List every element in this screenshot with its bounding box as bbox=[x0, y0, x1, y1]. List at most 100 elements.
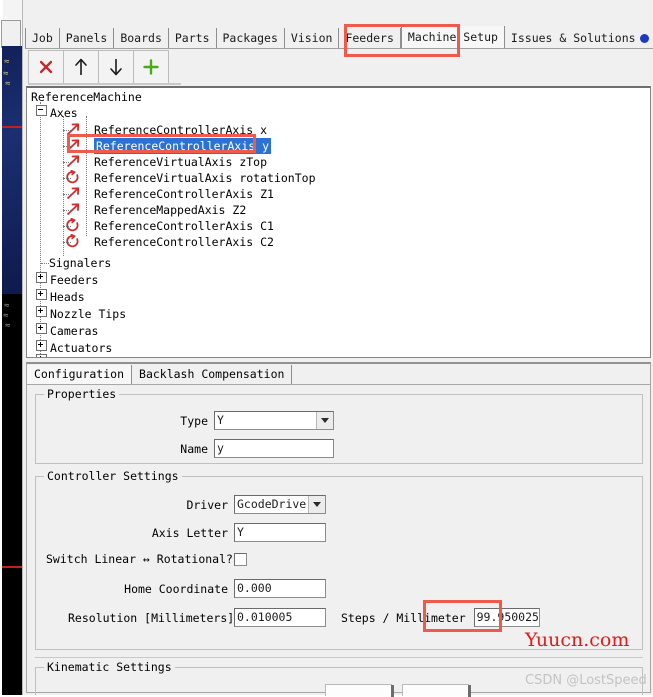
tree-node-axis[interactable]: ReferenceControllerAxis C2 bbox=[63, 233, 274, 250]
blue-dot-icon bbox=[639, 34, 649, 43]
axis-letter-row: Axis Letter Y bbox=[88, 523, 326, 542]
expand-expander-icon[interactable] bbox=[36, 340, 47, 351]
tree-node-axis[interactable]: ReferenceVirtualAxis zTop bbox=[63, 154, 267, 170]
tab-panels[interactable]: Panels bbox=[59, 28, 115, 48]
tree-node-label: ReferenceControllerAxis C2 bbox=[93, 235, 274, 249]
controller-settings-group: Controller Settings Driver GcodeDriver A… bbox=[35, 469, 643, 650]
driver-value: GcodeDriver bbox=[237, 497, 308, 511]
expand-expander-icon[interactable] bbox=[36, 354, 47, 357]
tree-node-axis[interactable]: ReferenceVirtualAxis rotationTop bbox=[63, 169, 316, 186]
tree-node-label: ReferenceControllerAxis y bbox=[93, 138, 272, 154]
tab-label: Parts bbox=[174, 31, 210, 45]
tab-machine-setup[interactable]: Machine Setup bbox=[400, 26, 505, 48]
wallpaper-dark-region: ≈ ≈ ≈ bbox=[2, 294, 22, 556]
plus-icon bbox=[143, 59, 159, 75]
panel-divider bbox=[35, 657, 643, 658]
tab-label: Backlash Compensation bbox=[139, 367, 285, 381]
home-coordinate-input[interactable]: 0.000 bbox=[234, 579, 326, 598]
arrow-up-icon bbox=[75, 58, 87, 75]
tab-vision[interactable]: Vision bbox=[284, 28, 340, 48]
home-coordinate-row: Home Coordinate 0.000 bbox=[88, 579, 326, 598]
tab-label: Feeders bbox=[345, 31, 394, 45]
tree-guide-line bbox=[41, 263, 49, 265]
tree-node-drivers[interactable]: Drivers bbox=[36, 354, 98, 357]
tab-parts[interactable]: Parts bbox=[168, 28, 217, 48]
expand-expander-icon[interactable] bbox=[36, 306, 47, 317]
machine-tree: ReferenceMachine Axes ReferenceControlle… bbox=[27, 88, 650, 357]
tree-node-axis[interactable]: ReferenceControllerAxis x bbox=[63, 122, 268, 138]
name-input[interactable]: y bbox=[214, 439, 334, 458]
tab-feeders[interactable]: Feeders bbox=[339, 28, 401, 48]
switch-linear-rotational-label: Switch Linear ↔ Rotational? bbox=[46, 552, 233, 566]
tab-label: Job bbox=[32, 31, 53, 45]
tree-node-root[interactable]: ReferenceMachine bbox=[31, 89, 142, 105]
main-tab-bar[interactable]: Job Panels Boards Parts Packages Vision … bbox=[25, 26, 653, 49]
steps-per-millimeter-input[interactable]: 99.950025 bbox=[473, 608, 540, 627]
tab-label: Vision bbox=[290, 31, 333, 45]
tree-node-heads[interactable]: Heads bbox=[36, 289, 85, 305]
type-value: Y bbox=[217, 413, 224, 427]
tree-node-label: Signalers bbox=[49, 256, 112, 270]
tree-node-label: ReferenceControllerAxis Z1 bbox=[93, 187, 274, 201]
home-coordinate-label: Home Coordinate bbox=[124, 581, 228, 596]
tree-node-cameras[interactable]: Cameras bbox=[36, 323, 98, 339]
type-label: Type bbox=[180, 413, 208, 428]
machine-tree-panel[interactable]: ReferenceMachine Axes ReferenceControlle… bbox=[26, 86, 651, 358]
properties-group: Properties Type Y Name y bbox=[35, 387, 643, 464]
tree-guide-line bbox=[63, 242, 71, 244]
expand-expander-icon[interactable] bbox=[36, 272, 47, 283]
tree-node-feeders[interactable]: Feeders bbox=[36, 272, 98, 288]
tree-node-signalers[interactable]: Signalers bbox=[41, 255, 112, 271]
tab-backlash-compensation[interactable]: Backlash Compensation bbox=[132, 365, 293, 384]
name-value: y bbox=[217, 441, 224, 455]
tree-node-label: Nozzle Tips bbox=[50, 307, 127, 321]
move-up-button[interactable] bbox=[63, 50, 98, 84]
tree-node-axes[interactable]: Axes bbox=[36, 105, 78, 121]
desktop-background-strip: ≈ ≈ ≈ ≈ ≈ ≈ bbox=[0, 0, 23, 695]
tree-node-axis[interactable]: ReferenceControllerAxis C1 bbox=[63, 217, 274, 234]
tree-node-label: ReferenceVirtualAxis rotationTop bbox=[93, 171, 316, 185]
wallpaper-squiggle: ≈ bbox=[3, 311, 9, 321]
tab-label: Packages bbox=[222, 31, 278, 45]
move-down-button[interactable] bbox=[98, 50, 133, 84]
tree-node-axis[interactable]: ReferenceMappedAxis Z2 bbox=[63, 202, 246, 218]
window-title-area bbox=[23, 0, 653, 26]
tab-label: Issues & Solutions bbox=[510, 31, 636, 45]
add-button[interactable] bbox=[133, 50, 169, 84]
tab-issues-and-solutions[interactable]: Issues & Solutions bbox=[504, 28, 653, 48]
configuration-tab-bar[interactable]: Configuration Backlash Compensation bbox=[27, 364, 650, 385]
tree-node-label: ReferenceControllerAxis x bbox=[93, 123, 268, 137]
collapse-expander-icon[interactable] bbox=[36, 105, 47, 116]
tree-node-label: Feeders bbox=[50, 273, 99, 287]
chevron-down-icon[interactable] bbox=[308, 496, 325, 513]
kinematic-field-stub[interactable] bbox=[325, 684, 394, 697]
axis-letter-input[interactable]: Y bbox=[234, 523, 326, 542]
openpnp-main-window: Job Panels Boards Parts Packages Vision … bbox=[22, 0, 653, 697]
tab-configuration[interactable]: Configuration bbox=[27, 365, 133, 384]
watermark-site: Yuucn.com bbox=[525, 629, 630, 651]
tree-node-nozzle-tips[interactable]: Nozzle Tips bbox=[36, 306, 126, 322]
watermark-credit: CSDN @LostSpeed bbox=[525, 673, 647, 688]
tree-node-label: Axes bbox=[50, 106, 78, 120]
tab-packages[interactable]: Packages bbox=[216, 28, 285, 48]
chevron-down-icon[interactable] bbox=[316, 412, 333, 429]
tab-label: Machine Setup bbox=[407, 30, 498, 44]
tree-node-label: Cameras bbox=[50, 324, 99, 338]
expand-expander-icon[interactable] bbox=[36, 289, 47, 300]
expand-expander-icon[interactable] bbox=[36, 323, 47, 334]
type-select[interactable]: Y bbox=[214, 411, 334, 430]
delete-button[interactable] bbox=[28, 50, 63, 84]
switch-linear-rotational-checkbox[interactable] bbox=[234, 552, 247, 566]
tab-label: Panels bbox=[65, 31, 108, 45]
tree-node-axis[interactable]: ReferenceControllerAxis Z1 bbox=[63, 186, 274, 202]
resolution-input[interactable]: 0.010005 bbox=[234, 608, 326, 627]
driver-select[interactable]: GcodeDriver bbox=[234, 495, 326, 514]
axis-letter-value: Y bbox=[237, 525, 244, 539]
tree-guide-line bbox=[63, 130, 71, 132]
tree-guide-line bbox=[63, 226, 71, 228]
tab-boards[interactable]: Boards bbox=[114, 28, 169, 48]
kinematic-field-stub[interactable] bbox=[402, 684, 471, 697]
tree-node-axis-selected[interactable]: ReferenceControllerAxis y bbox=[63, 138, 272, 154]
tab-job[interactable]: Job bbox=[25, 28, 60, 48]
name-row: Name y bbox=[136, 439, 334, 458]
